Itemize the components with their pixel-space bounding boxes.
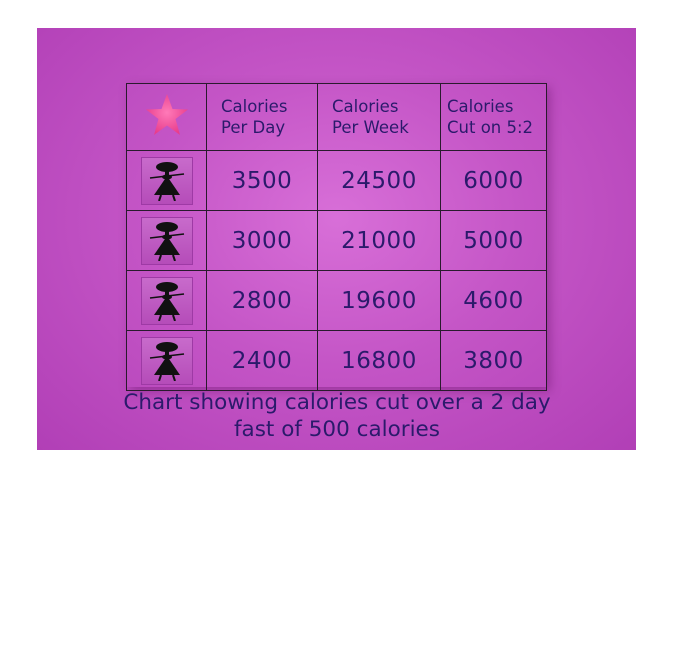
table-header-row: Calories Per Day Calories Per Week Calor… [126, 83, 547, 151]
cell-calories-per-week: 16800 [317, 330, 441, 391]
slide-background: Calories Per Day Calories Per Week Calor… [37, 28, 636, 450]
table-row: 2400 16800 3800 [126, 330, 547, 391]
header-calories-per-day: Calories Per Day [206, 83, 318, 151]
header-icon-cell [126, 83, 207, 151]
table-body: 3500 24500 6000 3000 21000 5000 2800 19600 4600 2… [126, 150, 547, 391]
cell-calories-cut: 5000 [440, 210, 547, 271]
header-calories-per-week: Calories Per Week [317, 83, 441, 151]
cell-calories-per-day: 2800 [206, 270, 318, 331]
cell-calories-cut: 4600 [440, 270, 547, 331]
table-row: 2800 19600 4600 [126, 270, 547, 331]
calorie-table-container: Calories Per Day Calories Per Week Calor… [126, 83, 547, 391]
row-icon-cell [126, 270, 207, 331]
calorie-table: Calories Per Day Calories Per Week Calor… [126, 83, 547, 391]
table-row: 3500 24500 6000 [126, 150, 547, 211]
person-icon [140, 216, 193, 265]
person-icon [140, 336, 193, 385]
cell-calories-per-day: 2400 [206, 330, 318, 391]
star-icon [145, 93, 188, 135]
cell-calories-cut: 3800 [440, 330, 547, 391]
row-icon-cell [126, 210, 207, 271]
cell-calories-per-day: 3000 [206, 210, 318, 271]
chart-caption: Chart showing calories cut over a 2 day … [123, 390, 551, 442]
row-icon-cell [126, 330, 207, 391]
table-row: 3000 21000 5000 [126, 210, 547, 271]
person-icon [140, 276, 193, 325]
header-calories-cut: Calories Cut on 5:2 [440, 83, 547, 151]
page: Calories Per Day Calories Per Week Calor… [0, 0, 700, 650]
cell-calories-per-week: 21000 [317, 210, 441, 271]
cell-calories-cut: 6000 [440, 150, 547, 211]
person-icon [140, 156, 193, 205]
cell-calories-per-day: 3500 [206, 150, 318, 211]
row-icon-cell [126, 150, 207, 211]
cell-calories-per-week: 24500 [317, 150, 441, 211]
cell-calories-per-week: 19600 [317, 270, 441, 331]
